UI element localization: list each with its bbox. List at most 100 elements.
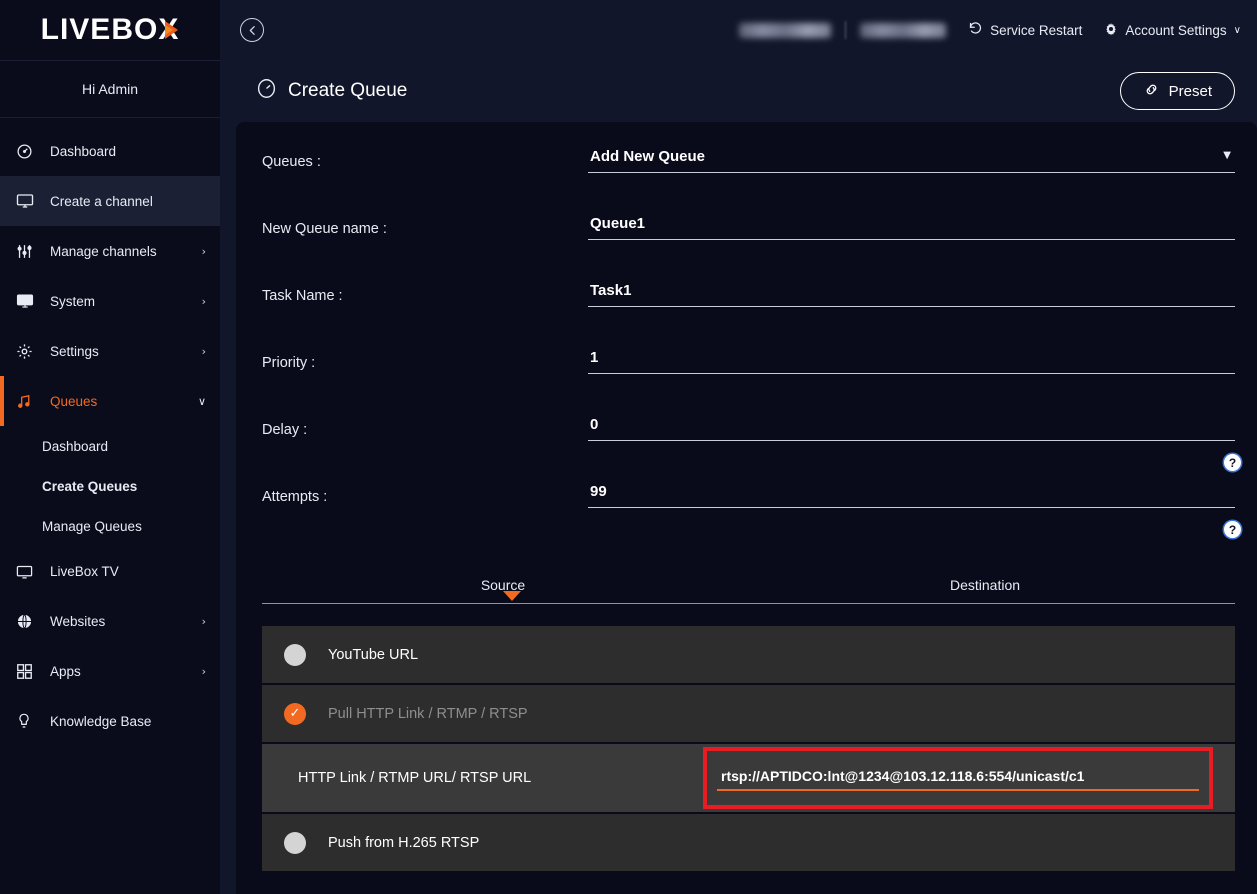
delay-wrapper: ? [588,416,1241,471]
sidebar-nav: Dashboard Create a channel Manage channe… [0,118,220,894]
option-youtube-url[interactable]: YouTube URL [262,626,1235,683]
sidebar-subitem-create-queues[interactable]: Create Queues [0,466,220,506]
url-field-label: HTTP Link / RTMP URL/ RTSP URL [298,770,532,786]
monitor-icon [16,192,40,210]
attempts-input[interactable] [588,483,1235,508]
restart-icon [968,21,983,39]
sidebar-item-label: Manage channels [50,243,157,259]
field-row-task-name: Task Name : [262,282,1235,349]
greeting-label: Hi Admin [0,60,220,118]
field-label: Task Name : [262,288,343,304]
chevron-right-icon: › [201,244,206,258]
sidebar-item-label: Knowledge Base [50,713,152,729]
sidebar-item-label: Dashboard [50,143,117,159]
sidebar-item-create-a-channel[interactable]: Create a channel [0,176,220,226]
new-queue-name-input[interactable] [588,215,1235,240]
option-label: Pull HTTP Link / RTMP / RTSP [328,705,528,722]
back-arrow-icon[interactable] [240,18,264,42]
sidebar-item-settings[interactable]: Settings › [0,326,220,376]
grid-icon [16,662,40,680]
sidebar-item-queues[interactable]: Queues ∨ [0,376,220,426]
chevron-right-icon: › [201,614,206,628]
attempts-wrapper: ? [588,483,1241,538]
source-options-list: YouTube URL ✓ Pull HTTP Link / RTMP / RT… [262,626,1235,871]
priority-input[interactable] [588,349,1235,374]
task-name-input[interactable] [588,282,1235,307]
page-title-text: Create Queue [288,80,408,101]
radio-unselected-icon[interactable] [284,831,306,854]
queues-select[interactable] [588,148,1235,173]
option-push-from-h265-rtsp[interactable]: Push from H.265 RTSP [262,814,1235,871]
sidebar-item-apps[interactable]: Apps › [0,646,220,696]
option-label: Push from H.265 RTSP [328,834,480,851]
field-label: Attempts : [262,489,328,505]
chevron-down-icon: ∨ [197,394,206,408]
option-label: YouTube URL [328,646,419,663]
tab-destination[interactable]: Destination [744,577,1226,593]
queues-select-wrapper[interactable]: ▼ [588,148,1235,173]
music-note-icon [16,392,40,410]
globe-icon [16,612,40,630]
gear-icon [1104,22,1118,39]
help-icon[interactable]: ? [1224,521,1241,538]
monitor-icon [16,292,40,310]
tab-label: Destination [949,577,1021,593]
source-destination-tabs: Source Destination [262,577,1235,604]
help-icon[interactable]: ? [1224,454,1241,471]
main-area: Service Restart Account Settings ∨ Creat… [220,0,1257,894]
field-label: Queues : [262,154,321,170]
chevron-down-icon: ∨ [1233,24,1241,36]
option-pull-http-link[interactable]: ✓ Pull HTTP Link / RTMP / RTSP [262,685,1235,742]
field-row-priority: Priority : [262,349,1235,416]
new-queue-name-wrapper [588,215,1235,240]
preset-label: Preset [1168,82,1212,100]
sidebar-item-knowledge-base[interactable]: Knowledge Base [0,696,220,746]
chevron-right-icon: › [201,664,206,678]
rtsp-url-input[interactable] [717,765,1199,791]
url-field-row: HTTP Link / RTMP URL/ RTSP URL [262,744,1235,812]
sidebar-item-label: Apps [50,663,81,679]
create-queue-panel: Queues : ▼ New Queue name : Task Name : [236,122,1257,894]
sidebar-item-manage-channels[interactable]: Manage channels › [0,226,220,276]
field-row-queues: Queues : ▼ [262,148,1235,215]
bulb-icon [16,712,40,730]
preset-button[interactable]: Preset [1119,72,1235,110]
sidebar-item-label: System [50,293,96,309]
sidebar-subitem-label: Create Queues [42,478,138,494]
top-bar-right: Service Restart Account Settings ∨ [739,21,1241,39]
queue-circle-icon [256,78,277,105]
gear-icon [16,342,40,360]
service-restart-button[interactable]: Service Restart [968,21,1082,39]
sidebar-item-livebox-tv[interactable]: LiveBox TV [0,546,220,596]
chevron-right-icon: › [201,344,206,358]
field-row-attempts: Attempts : ? [262,483,1241,555]
radio-unselected-icon[interactable] [284,643,306,666]
account-settings-button[interactable]: Account Settings ∨ [1104,22,1241,39]
sidebar-item-dashboard[interactable]: Dashboard [0,126,220,176]
field-label: Priority : [262,355,316,371]
play-triangle-icon [164,21,178,39]
logo-text: LIVEBOX [40,13,180,46]
field-row-delay: Delay : ? [262,416,1241,483]
livebox-logo: LIVEBOX [41,15,180,45]
active-tab-caret-icon [503,591,521,601]
delay-input[interactable] [588,416,1235,441]
radio-selected-icon[interactable]: ✓ [284,702,306,725]
page-header: Create Queue Preset [220,60,1257,122]
tab-source[interactable]: Source [262,577,744,601]
sidebar-item-websites[interactable]: Websites › [0,596,220,646]
sidebar-subitem-manage-queues[interactable]: Manage Queues [0,506,220,546]
sidebar-item-label: Create a channel [50,193,153,209]
priority-wrapper [588,349,1235,374]
page-title: Create Queue [256,78,407,105]
sidebar-item-label: LiveBox TV [50,563,119,579]
url-input-highlight-box [703,747,1213,809]
sidebar-item-system[interactable]: System › [0,276,220,326]
logo-container[interactable]: LIVEBOX [0,0,220,60]
service-restart-label: Service Restart [990,22,1083,38]
sidebar-subitem-dashboard[interactable]: Dashboard [0,426,220,466]
chevron-right-icon: › [201,294,206,308]
sidebar-item-label: Queues [50,393,98,409]
redacted-ip-address [860,22,947,38]
sidebar: LIVEBOX Hi Admin Dashboard Create a chan… [0,0,220,894]
